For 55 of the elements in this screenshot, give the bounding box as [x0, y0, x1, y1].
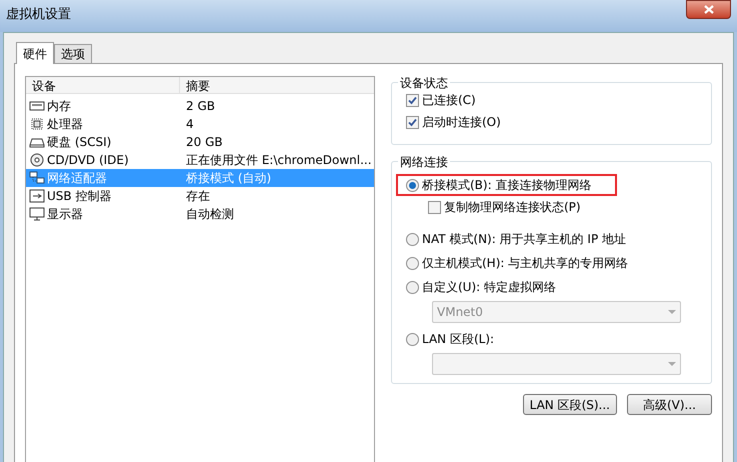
disc-icon	[29, 153, 45, 167]
radio-button[interactable]	[406, 178, 419, 192]
radio-label: 仅主机模式(H): 与主机共享的专用网络	[422, 255, 628, 272]
memory-icon	[29, 99, 45, 113]
device-summary: 正在使用文件 E:\chromeDownl...	[185, 152, 372, 169]
monitor-icon	[29, 207, 45, 221]
close-button[interactable]	[686, 0, 731, 19]
window-title: 虚拟机设置	[6, 6, 71, 24]
device-summary: 20 GB	[185, 134, 223, 151]
checkbox-label: 已连接(C)	[422, 92, 476, 109]
device-name: 显示器	[47, 206, 83, 223]
checkbox[interactable]	[406, 116, 419, 128]
device-summary: 桥接模式 (自动)	[185, 170, 272, 187]
device-row[interactable]: USB 控制器 存在	[26, 187, 374, 205]
device-summary: 4	[185, 116, 194, 133]
network-icon	[29, 171, 45, 185]
tab[interactable]: 硬件	[16, 42, 54, 64]
device-summary: 2 GB	[185, 98, 215, 115]
group-title: 网络连接	[398, 153, 450, 171]
radio-label: LAN 区段(L):	[422, 331, 494, 348]
checkbox[interactable]	[406, 94, 419, 106]
dropdown-value: VMnet0	[437, 304, 484, 321]
device-name: 硬盘 (SCSI)	[47, 134, 112, 151]
device-name: 网络适配器	[47, 170, 107, 187]
radio-label: 桥接模式(B): 直接连接物理网络	[422, 177, 592, 194]
caret-icon	[668, 310, 676, 314]
radio-button[interactable]	[406, 332, 419, 346]
close-icon	[704, 5, 714, 14]
device-name: 处理器	[47, 116, 83, 133]
checkbox-label: 启动时连接(O)	[422, 114, 501, 131]
radio-button[interactable]	[406, 256, 419, 270]
checkbox-label: 复制物理网络连接状态(P)	[444, 199, 581, 216]
caret-icon	[668, 362, 676, 366]
device-name: 内存	[47, 98, 71, 115]
dialog-button[interactable]: 高级(V)...	[627, 394, 712, 415]
usb-icon	[29, 189, 45, 203]
group-title: 设备状态	[398, 74, 450, 92]
radio-label: NAT 模式(N): 用于共享主机的 IP 地址	[422, 231, 626, 248]
column-header[interactable]: 摘要	[180, 77, 374, 93]
tab[interactable]: 选项	[54, 44, 92, 63]
device-name: CD/DVD (IDE)	[47, 152, 129, 169]
device-name: USB 控制器	[47, 188, 112, 205]
checkbox[interactable]	[428, 200, 441, 214]
device-row[interactable]: 显示器 自动检测	[26, 205, 374, 223]
radio-button[interactable]	[406, 280, 419, 294]
device-summary: 存在	[185, 188, 210, 205]
radio-button[interactable]	[406, 232, 419, 246]
radio-label: 自定义(U): 特定虚拟网络	[422, 279, 556, 296]
device-row[interactable]: 硬盘 (SCSI) 20 GB	[26, 133, 374, 151]
device-row[interactable]: 内存 2 GB	[26, 97, 374, 115]
device-row[interactable]: CD/DVD (IDE) 正在使用文件 E:\chromeDownl...	[26, 151, 374, 169]
device-row[interactable]: 处理器 4	[26, 115, 374, 133]
column-header[interactable]: 设备	[26, 77, 180, 93]
device-summary: 自动检测	[185, 206, 234, 223]
dialog-button[interactable]: LAN 区段(S)...	[522, 394, 617, 415]
